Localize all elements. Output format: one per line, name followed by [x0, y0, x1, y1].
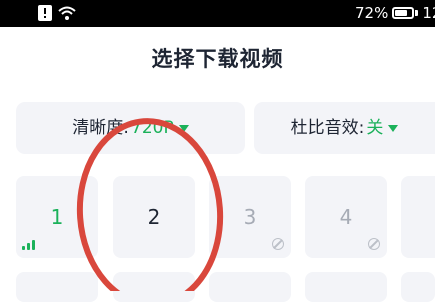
episode-number: 1 [50, 205, 64, 229]
episode-number: 2 [147, 205, 161, 229]
status-right: 72% 12 [355, 3, 435, 23]
battery-cap [415, 10, 419, 16]
episode-tile-5[interactable] [401, 176, 435, 258]
episode-tile-row2[interactable] [401, 272, 435, 302]
episode-tile-4[interactable]: 4 [305, 176, 387, 258]
episode-tile-3[interactable]: 3 [209, 176, 291, 258]
episode-tile-2[interactable]: 2 [113, 176, 195, 258]
dolby-selector[interactable]: 杜比音效: 关 [254, 102, 435, 154]
unavailable-icon [368, 238, 380, 250]
episode-tile-row2[interactable] [305, 272, 387, 302]
dolby-label: 杜比音效: [290, 118, 365, 138]
notification-icon [38, 5, 52, 21]
quality-value: 720P [131, 118, 174, 138]
battery-icon [392, 7, 415, 19]
page-title: 选择下载视频 [151, 47, 284, 71]
dolby-value: 关 [366, 118, 384, 138]
unavailable-icon [272, 238, 284, 250]
caret-down-icon [388, 124, 399, 132]
downloaded-bars-icon [22, 240, 35, 250]
episode-tile-row2[interactable] [16, 272, 98, 302]
episode-number: 4 [339, 205, 353, 229]
clock-time: 12 [422, 4, 435, 22]
episode-tile-row2[interactable] [209, 272, 291, 302]
episode-tile-1[interactable]: 1 [16, 176, 98, 258]
wifi-icon [58, 6, 76, 20]
quality-label: 清晰度: [72, 118, 130, 138]
battery-percent: 72% [355, 4, 389, 22]
status-left [38, 3, 76, 23]
quality-selector[interactable]: 清晰度: 720P [16, 102, 245, 154]
status-bar: 72% 12 [0, 0, 435, 27]
episode-tile-row2[interactable] [113, 272, 195, 302]
episode-number: 3 [243, 205, 257, 229]
caret-down-icon [178, 124, 189, 132]
